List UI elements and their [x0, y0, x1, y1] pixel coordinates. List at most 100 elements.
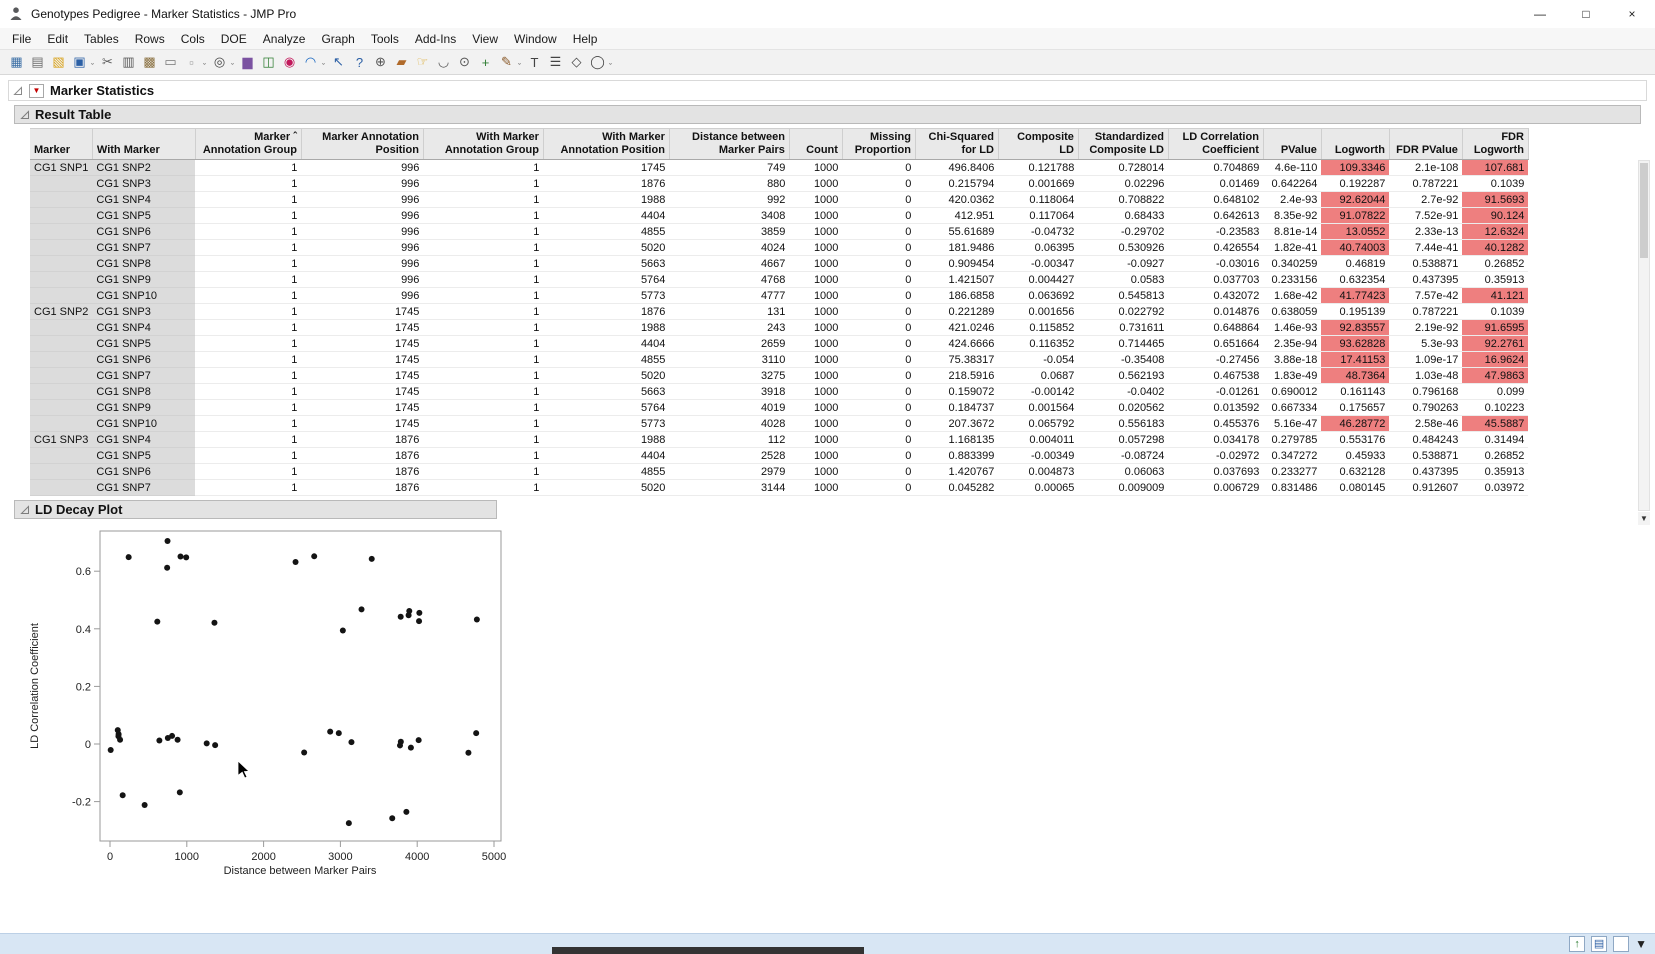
value-cell: 0.161143 [1321, 384, 1389, 400]
column-header[interactable]: Logworth [1321, 129, 1389, 160]
column-header[interactable]: FDR PValue [1389, 129, 1462, 160]
data-table-window-icon[interactable]: ▤ [1591, 936, 1607, 952]
menu-graph[interactable]: Graph [313, 30, 362, 48]
copy-format-icon[interactable]: ▭ [160, 52, 181, 72]
arrow-cursor-icon[interactable]: ↖ [328, 52, 349, 72]
menu-file[interactable]: File [4, 30, 39, 48]
column-header[interactable]: Marker Annotation Position [301, 129, 423, 160]
scroll-to-top-icon[interactable]: ↑ [1569, 936, 1585, 952]
menu-doe[interactable]: DOE [213, 30, 255, 48]
value-cell: 1988 [543, 320, 669, 336]
column-header[interactable]: PValue [1263, 129, 1321, 160]
lasso-icon[interactable]: ◡ [433, 52, 454, 72]
scrollbar-thumb[interactable] [1640, 163, 1648, 258]
graph-builder-icon[interactable]: ◠ [300, 52, 321, 72]
menu-help[interactable]: Help [565, 30, 606, 48]
minimize-button[interactable]: — [1517, 0, 1563, 28]
maximize-button[interactable]: □ [1563, 0, 1609, 28]
pencil-icon[interactable]: ✎ [496, 52, 517, 72]
tabulate-icon[interactable]: ◉ [279, 52, 300, 72]
column-header[interactable]: Missing Proportion [842, 129, 915, 160]
save-icon[interactable]: ▣ [69, 52, 90, 72]
help-icon[interactable]: ? [349, 52, 370, 72]
data-point [178, 554, 184, 560]
column-header[interactable]: LD Correlation Coefficient [1168, 129, 1263, 160]
toolbar-group-chevron-icon[interactable]: ˇ [517, 62, 524, 74]
toolbar-group-chevron-icon[interactable]: ˇ [90, 62, 97, 74]
copy-icon[interactable]: ▥ [118, 52, 139, 72]
value-cell: 1 [423, 480, 543, 496]
polygon-annotate-icon[interactable]: ◇ [566, 52, 587, 72]
value-cell: 1000 [789, 464, 842, 480]
toolbar-group-chevron-icon[interactable]: ˇ [202, 62, 209, 74]
report-dropdown-icon[interactable]: ▼ [1635, 938, 1647, 950]
menu-cols[interactable]: Cols [173, 30, 213, 48]
menu-window[interactable]: Window [506, 30, 565, 48]
column-header[interactable]: Marker ˆ Annotation Group [195, 129, 301, 160]
value-cell: 1000 [789, 416, 842, 432]
value-cell: 1 [195, 384, 301, 400]
column-header[interactable]: With Marker Annotation Position [543, 129, 669, 160]
column-header[interactable]: Standardized Composite LD [1078, 129, 1168, 160]
column-header[interactable]: With Marker Annotation Group [423, 129, 543, 160]
column-header[interactable]: Chi-Squared for LD [915, 129, 998, 160]
value-cell: -0.0402 [1078, 384, 1168, 400]
menu-view[interactable]: View [464, 30, 506, 48]
menu-tables[interactable]: Tables [76, 30, 127, 48]
magnifier-icon[interactable]: ⊙ [454, 52, 475, 72]
menu-rows[interactable]: Rows [127, 30, 173, 48]
value-cell: 0.10223 [1462, 400, 1528, 416]
red-triangle-menu-icon[interactable]: ▼ [29, 84, 44, 98]
column-header[interactable]: Composite LD [998, 129, 1078, 160]
column-header[interactable]: Distance between Marker Pairs [669, 129, 789, 160]
y-tick-label: -0.2 [72, 797, 91, 809]
brush-icon[interactable]: ▰ [391, 52, 412, 72]
value-cell: 1 [195, 320, 301, 336]
paste-icon[interactable]: ▩ [139, 52, 160, 72]
value-cell: 1876 [543, 304, 669, 320]
column-header[interactable]: Marker [30, 129, 92, 160]
menu-analyze[interactable]: Analyze [255, 30, 314, 48]
table-vertical-scrollbar[interactable]: ▼ [1638, 160, 1650, 525]
zoom-icon[interactable]: ◎ [209, 52, 230, 72]
open-icon[interactable]: ▧ [48, 52, 69, 72]
value-cell: 3275 [669, 368, 789, 384]
value-cell: 1876 [301, 432, 423, 448]
crosshair-icon[interactable]: ⊕ [370, 52, 391, 72]
x-tick-label: 2000 [251, 851, 275, 863]
column-header[interactable]: Count [789, 129, 842, 160]
new-data-table-icon[interactable]: ▦ [6, 52, 27, 72]
paste-format-icon[interactable]: ▫ [181, 52, 202, 72]
menu-edit[interactable]: Edit [39, 30, 76, 48]
toolbar-group-chevron-icon[interactable]: ˇ [230, 62, 237, 74]
text-annotate-icon[interactable]: T [524, 52, 545, 72]
cut-icon[interactable]: ✂ [97, 52, 118, 72]
with-marker-cell: CG1 SNP3 [92, 176, 195, 192]
value-cell: 1.68e-42 [1263, 288, 1321, 304]
value-cell: 243 [669, 320, 789, 336]
value-cell: 0.35913 [1462, 464, 1528, 480]
scrollbar-track[interactable] [1638, 160, 1650, 511]
fit-y-by-x-icon[interactable]: ◫ [258, 52, 279, 72]
close-button[interactable]: × [1609, 0, 1655, 28]
blank-square-icon[interactable] [1613, 936, 1629, 952]
scrollbar-down-button[interactable]: ▼ [1638, 512, 1650, 525]
toolbar-group-chevron-icon[interactable]: ˇ [608, 62, 615, 74]
disclosure-icon[interactable] [20, 505, 30, 515]
report-title: Marker Statistics [50, 83, 154, 98]
distribution-icon[interactable]: ▆ [237, 52, 258, 72]
value-cell: 0.651664 [1168, 336, 1263, 352]
line-annotate-icon[interactable]: ☰ [545, 52, 566, 72]
column-header[interactable]: With Marker [92, 129, 195, 160]
with-marker-cell: CG1 SNP2 [92, 160, 195, 176]
menu-tools[interactable]: Tools [363, 30, 407, 48]
menu-addins[interactable]: Add-Ins [407, 30, 464, 48]
annotate-plus-icon[interactable]: + [475, 52, 496, 72]
toolbar-group-chevron-icon[interactable]: ˇ [321, 62, 328, 74]
column-header[interactable]: FDR Logworth [1462, 129, 1528, 160]
new-journal-icon[interactable]: ▤ [27, 52, 48, 72]
disclosure-icon[interactable] [20, 110, 30, 120]
grabber-hand-icon[interactable]: ☞ [412, 52, 433, 72]
disclosure-icon[interactable] [13, 86, 23, 96]
oval-annotate-icon[interactable]: ◯ [587, 52, 608, 72]
